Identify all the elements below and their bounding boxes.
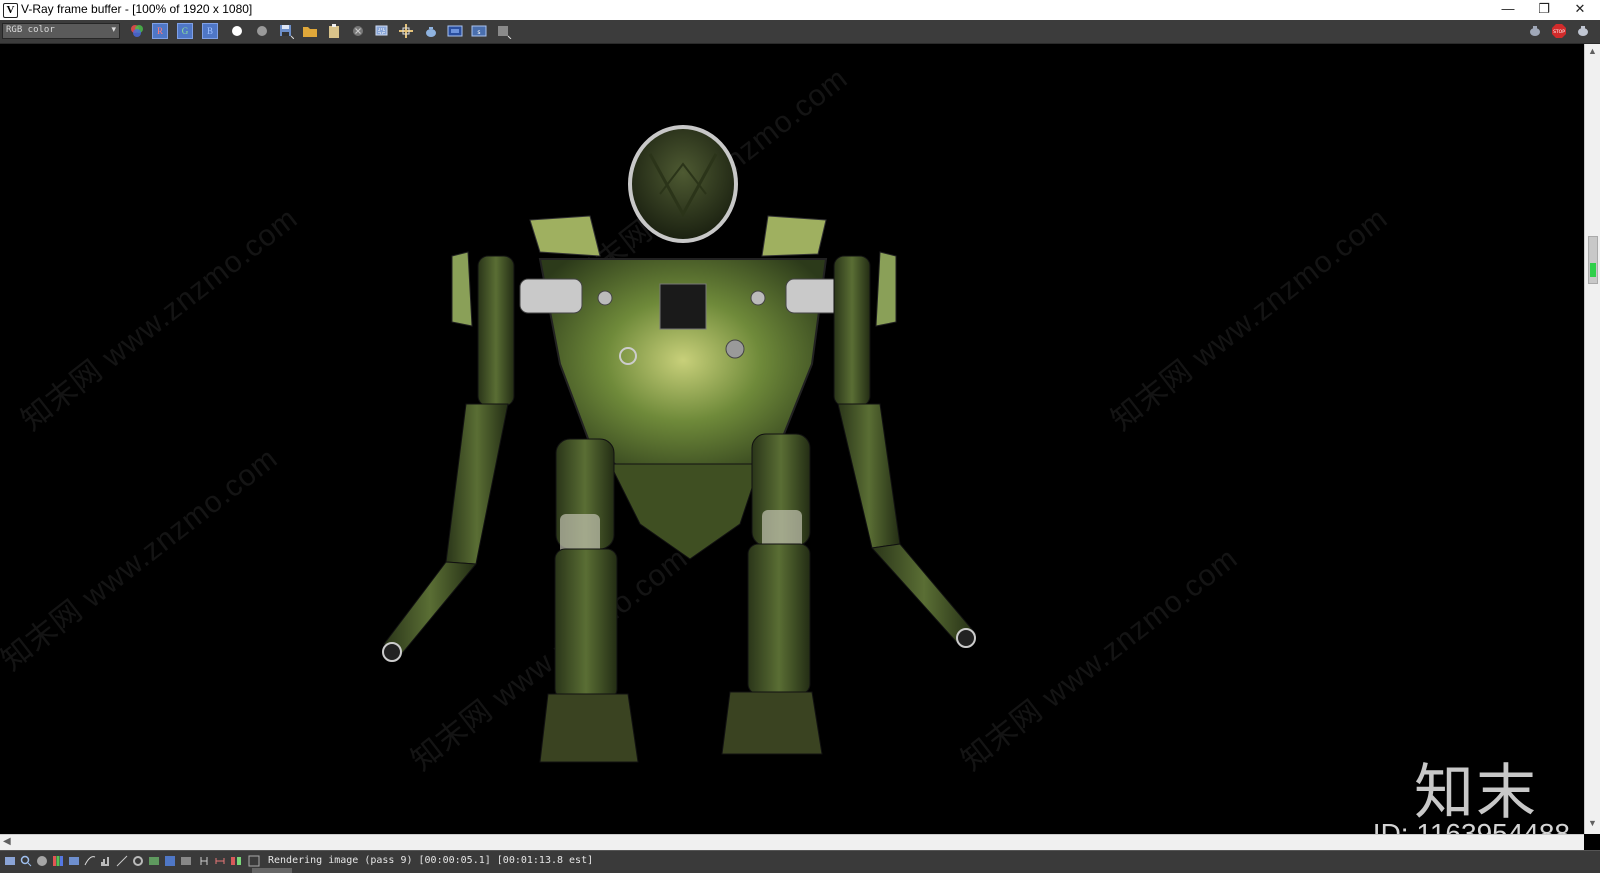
window-title: V-Ray frame buffer - [100% of 1920 x 108…	[21, 2, 253, 16]
scroll-up-icon[interactable]: ▲	[1588, 46, 1597, 56]
scroll-thumb[interactable]	[1588, 236, 1598, 284]
curve-icon[interactable]	[84, 855, 96, 867]
svg-text:STOP: STOP	[1553, 29, 1565, 35]
clear-icon[interactable]	[350, 23, 366, 39]
red-channel-button[interactable]: R	[152, 23, 168, 39]
color-wheel-icon[interactable]	[129, 23, 145, 39]
track-mouse-icon[interactable]	[398, 23, 414, 39]
green-channel-button[interactable]: G	[177, 23, 193, 39]
status-bar: Rendering image (pass 9) [00:00:05.1] [0…	[0, 850, 1600, 873]
minimize-button[interactable]: —	[1490, 0, 1526, 20]
levels-icon[interactable]	[68, 855, 80, 867]
lut-icon[interactable]	[164, 855, 176, 867]
channel-select[interactable]: RGB color ▾	[2, 23, 120, 39]
h-icon[interactable]	[198, 855, 210, 867]
ab-icon[interactable]	[230, 855, 242, 867]
title-bar: V V-Ray frame buffer - [100% of 1920 x 1…	[0, 0, 1600, 20]
close-button[interactable]: ✕	[1562, 0, 1598, 20]
history-icon[interactable]	[496, 23, 512, 39]
render-viewport[interactable]: 知末网 www.znzmo.com 知末网 www.znzmo.com 知末网 …	[0, 44, 1584, 834]
clipboard-icon[interactable]	[326, 23, 342, 39]
restore-button[interactable]: ❐	[1526, 0, 1562, 20]
save-icon[interactable]	[278, 23, 294, 39]
open-folder-icon[interactable]	[302, 23, 318, 39]
blue-channel-button[interactable]: B	[202, 23, 218, 39]
log-icon[interactable]	[248, 855, 260, 867]
white-circle-icon[interactable]	[229, 23, 245, 39]
render-progress-bar	[252, 868, 292, 873]
zoom-icon[interactable]	[20, 855, 32, 867]
vray-logo-icon: V	[3, 3, 18, 18]
render-settings-icon[interactable]	[4, 855, 16, 867]
chevron-down-icon: ▾	[111, 24, 116, 34]
exposure-icon[interactable]	[116, 855, 128, 867]
compare-icon[interactable]	[214, 855, 226, 867]
teapot-icon[interactable]	[423, 23, 439, 39]
horizontal-scrollbar[interactable]: ◀	[0, 834, 1584, 850]
gear-icon[interactable]	[132, 855, 144, 867]
svg-text:s: s	[477, 29, 480, 36]
color-correction-icon[interactable]	[52, 855, 64, 867]
histogram-icon[interactable]	[100, 855, 112, 867]
status-message: Rendering image (pass 9) [00:00:05.1] [0…	[268, 855, 594, 866]
image-id-watermark: ID: 1163954488	[1372, 818, 1570, 834]
background-image-icon[interactable]	[148, 855, 160, 867]
scroll-down-icon[interactable]: ▼	[1588, 818, 1597, 828]
stop-render-icon[interactable]: STOP	[1552, 24, 1566, 38]
info-icon[interactable]	[36, 855, 48, 867]
vertical-scrollbar[interactable]: ▲ ▼	[1584, 44, 1600, 834]
render-icon[interactable]	[1528, 24, 1542, 38]
scroll-left-icon[interactable]: ◀	[3, 836, 11, 847]
srgb-icon[interactable]: s	[471, 23, 487, 39]
render-last-icon[interactable]	[1576, 24, 1590, 38]
gray-circle-icon[interactable]	[254, 23, 270, 39]
rendered-robot-image	[382, 125, 977, 763]
ocio-icon[interactable]	[180, 855, 192, 867]
toolbar: RGB color ▾ R G B s STOP	[0, 20, 1600, 44]
region-render-icon[interactable]	[374, 23, 390, 39]
lens-effects-icon[interactable]	[447, 23, 463, 39]
channel-select-value: RGB color	[6, 25, 55, 35]
